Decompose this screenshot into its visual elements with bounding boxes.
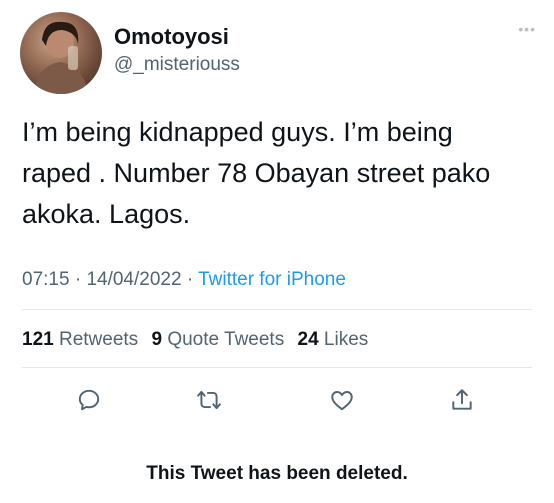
tweet-meta: 07:15 · 14/04/2022 · Twitter for iPhone	[22, 268, 346, 292]
tweet-text: I’m being kidnapped guys. I’m being rape…	[22, 117, 491, 229]
user-handle[interactable]: @_misteriouss	[114, 54, 240, 76]
like-button[interactable]	[322, 380, 362, 420]
display-name[interactable]: Omotoyosi	[114, 24, 229, 50]
profile-photo-icon	[34, 21, 88, 94]
divider	[22, 309, 532, 310]
tweet-date: 14/04/2022	[86, 269, 182, 290]
likes-stat[interactable]: 24 Likes	[298, 329, 369, 350]
quote-tweets-count: 9	[151, 329, 163, 350]
like-icon	[331, 391, 353, 411]
share-button[interactable]	[442, 380, 482, 420]
retweet-icon	[197, 390, 221, 410]
reply-button[interactable]	[69, 380, 109, 420]
engagement-stats: 121 Retweets 9 Quote Tweets 24 Likes	[22, 328, 368, 352]
deleted-notice: This Tweet has been deleted.	[146, 463, 408, 484]
action-bar	[22, 380, 532, 420]
likes-count: 24	[297, 329, 319, 350]
tweet-time: 07:15	[22, 269, 70, 290]
retweet-button[interactable]	[189, 380, 229, 420]
quote-tweets-stat[interactable]: 9 Quote Tweets	[151, 329, 284, 350]
quote-tweets-label: Quote Tweets	[167, 329, 285, 350]
meta-separator: ·	[186, 269, 194, 290]
divider	[22, 367, 532, 368]
share-icon	[452, 389, 472, 410]
retweets-label: Retweets	[58, 329, 139, 350]
likes-label: Likes	[323, 329, 369, 350]
retweets-stat[interactable]: 121 Retweets	[22, 329, 138, 350]
tweet-source-link[interactable]: Twitter for iPhone	[198, 269, 346, 290]
retweets-count: 121	[22, 329, 54, 350]
reply-icon	[78, 389, 100, 411]
avatar[interactable]	[20, 12, 102, 94]
meta-separator: ·	[74, 269, 82, 290]
more-options-icon[interactable]: •••	[518, 22, 536, 36]
